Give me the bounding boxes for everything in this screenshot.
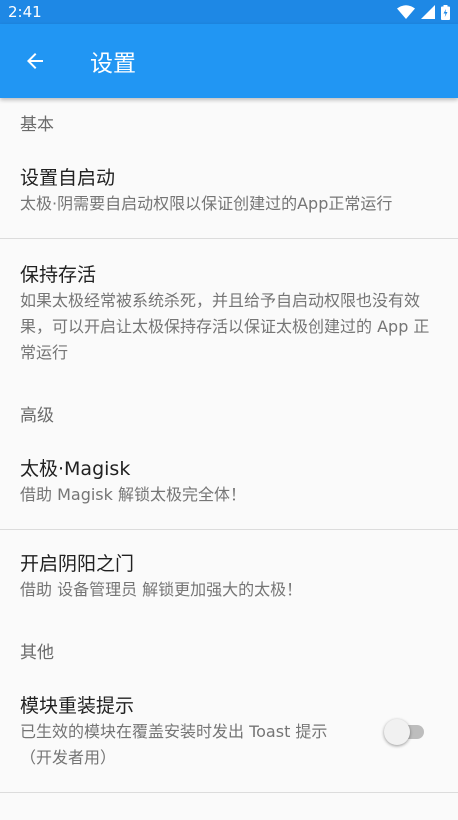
pref-title: 开启阴阳之门 (20, 553, 135, 575)
status-time: 2:41 (8, 3, 42, 21)
settings-list: 基本 设置自启动 太极·阴需要自启动权限以保证创建过的App正常运行 保持存活 … (0, 98, 458, 793)
section-header-basic: 基本 (20, 115, 54, 135)
pref-title: 太极·Magisk (20, 458, 131, 480)
pref-autostart[interactable]: 设置自启动 太极·阴需要自启动权限以保证创建过的App正常运行 (0, 144, 458, 238)
pref-summary: 已生效的模块在覆盖安装时发出 Toast 提示（开发者用） (20, 722, 328, 767)
app-bar: 设置 (0, 24, 458, 98)
pref-summary: 太极·阴需要自启动权限以保证创建过的App正常运行 (20, 194, 393, 213)
pref-summary: 如果太极经常被系统杀死，并且给予自启动权限也没有效果，可以开启让太极保持存活以保… (20, 291, 430, 362)
pref-reinstall-toast[interactable]: 模块重装提示 已生效的模块在覆盖安装时发出 Toast 提示（开发者用） (0, 672, 458, 792)
pref-title: 保持存活 (20, 264, 97, 286)
battery-icon (441, 4, 450, 20)
section-header-advanced: 高级 (20, 406, 54, 426)
pref-summary: 借助 Magisk 解锁太极完全体！ (20, 485, 246, 504)
section-header-other: 其他 (20, 643, 54, 663)
wifi-icon (397, 5, 415, 19)
status-icons (397, 4, 450, 20)
divider (0, 792, 458, 793)
status-bar: 2:41 (0, 0, 458, 24)
pref-summary: 借助 设备管理员 解锁更加强大的太极！ (20, 580, 303, 599)
pref-yinyang-gate[interactable]: 开启阴阳之门 借助 设备管理员 解锁更加强大的太极！ (0, 530, 458, 624)
cellular-signal-icon (421, 5, 435, 19)
pref-title: 设置自启动 (20, 167, 116, 189)
reinstall-toast-switch[interactable] (384, 719, 428, 745)
switch-thumb (384, 719, 410, 745)
page-title: 设置 (90, 51, 136, 77)
arrow-back-icon (27, 53, 43, 69)
pref-title: 模块重装提示 (20, 695, 135, 717)
pref-keepalive[interactable]: 保持存活 如果太极经常被系统杀死，并且给予自启动权限也没有效果，可以开启让太极保… (0, 239, 458, 377)
pref-magisk[interactable]: 太极·Magisk 借助 Magisk 解锁太极完全体！ (0, 435, 458, 529)
back-button[interactable] (0, 24, 70, 98)
